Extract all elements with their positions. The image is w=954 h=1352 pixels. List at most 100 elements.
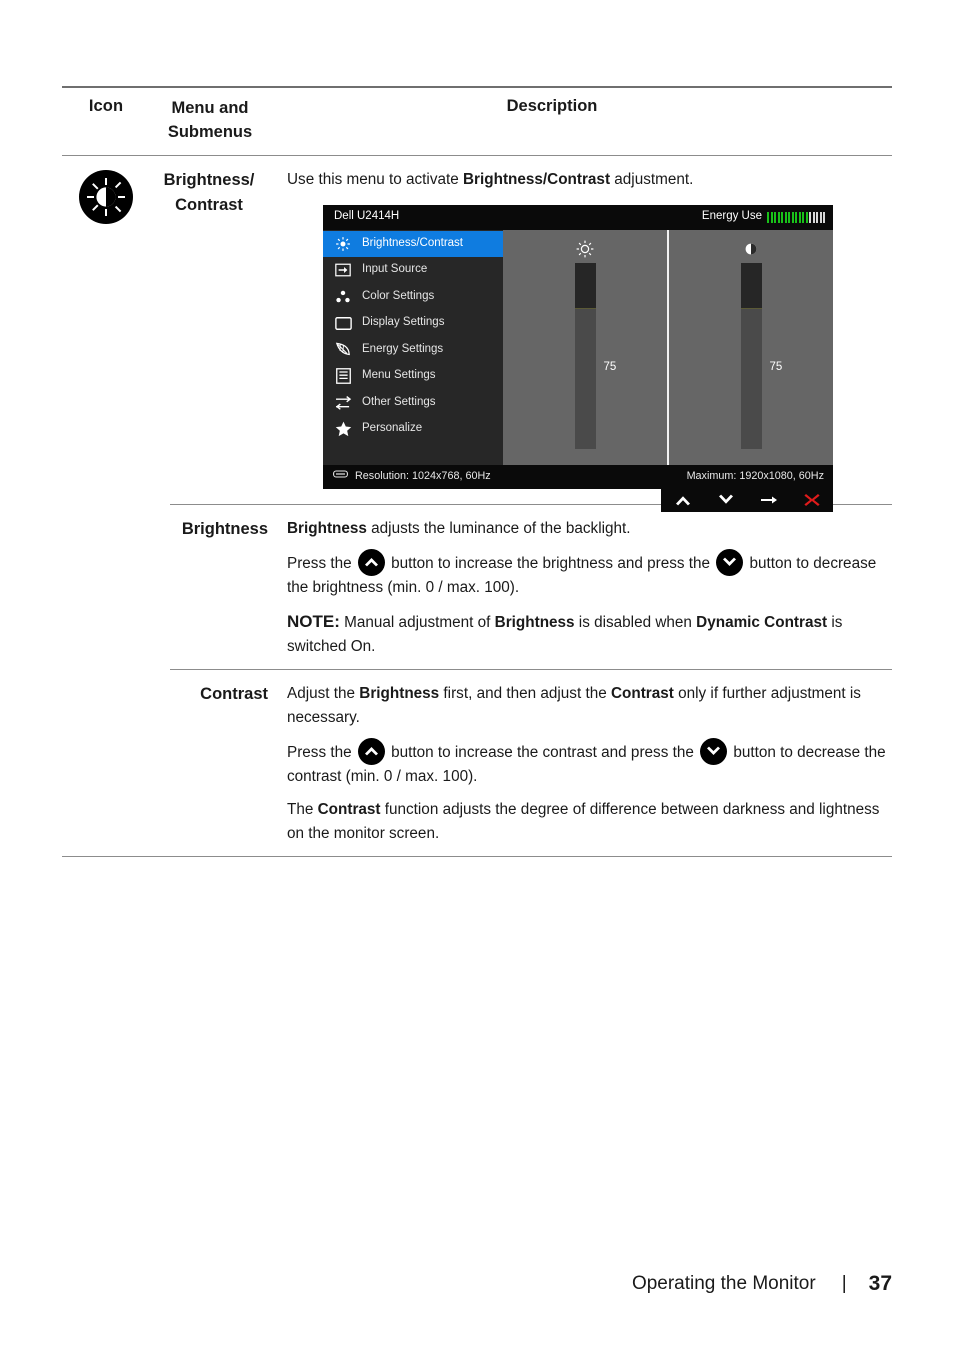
contrast-p2-a: Press the [287,744,352,762]
brightness-p1: Brightness adjusts the luminance of the … [287,517,892,541]
osd-nav-enter-button[interactable] [756,491,782,509]
energy-bar-on [781,211,783,223]
brightness-p2-a: Press the [287,555,352,573]
osd-status-bar: Resolution: 1024x768, 60Hz Maximum: 1920… [323,464,833,489]
contrast-p2: Press the button to increase the contras… [287,738,892,789]
row-label-line2: Contrast [175,195,243,214]
brightness-value: 75 [603,360,617,373]
contrast-value: 75 [769,360,783,373]
contrast-p1: Adjust the Brightness first, and then ad… [287,682,892,729]
intro-pre: Use this menu to activate [287,170,463,188]
osd-menu-item-menu-settings[interactable]: Menu Settings [323,363,503,390]
table-row-contrast: Contrast Adjust the Brightness first, an… [62,670,892,856]
contrast-icon [741,238,761,260]
osd-menu-item-brightness-contrast[interactable]: Brightness/Contrast [323,230,503,258]
osd-menu-item-input-source[interactable]: Input Source [323,257,503,284]
osd-maximum-text: Maximum: 1920x1080, 60Hz [686,470,824,483]
header-menu-submenus: Menu and Submenus [150,97,270,145]
energy-bar-off [823,211,825,223]
input-arrow-icon [333,262,353,279]
note-c: is disabled when [574,613,697,631]
energy-bar-on [795,211,797,223]
osd-menu-item-label: Color Settings [362,289,435,302]
energy-bar-off [816,211,818,223]
row-icon-cell-empty-2 [62,670,150,856]
osd-menu-item-display-settings[interactable]: Display Settings [323,310,503,337]
energy-bar-on [777,211,780,223]
contrast-slider[interactable]: 75 [740,262,782,449]
osd-menu-list: Brightness/Contrast Input Source Color Set… [323,229,503,465]
osd-screenshot: Dell U2414H Energy Use Brightness/Contra… [323,204,833,512]
star-icon [333,421,353,438]
energy-use-meter [767,211,825,223]
osd-menu-item-label: Display Settings [362,316,445,329]
osd-menu-item-label: Other Settings [362,395,436,408]
osd-title-bar: Dell U2414H Energy Use [323,204,833,230]
leaf-icon [333,341,353,358]
osd-menu-item-label: Menu Settings [362,369,436,382]
row-description-brightness-contrast: Use this menu to activate Brightness/Con… [270,156,892,512]
contrast-p2-b: button to increase the contrast and pres… [391,744,694,762]
header-menu-line2: Submenus [167,122,253,141]
contrast-p1-c: first, and then adjust the [439,685,611,702]
sun-icon [333,235,353,252]
sliders-icon [333,394,353,411]
intro-post: adjustment. [610,170,694,188]
energy-bar-on [805,211,808,223]
row-label-brightness: Brightness [181,519,268,538]
energy-bar-off [812,211,815,223]
header-menu-line1: Menu and [171,99,249,117]
settings-table: Icon Menu and Submenus Description Brigh… [62,86,892,857]
brightness-slider-fill [574,262,596,310]
osd-body: Brightness/Contrast Input Source Color Set… [323,229,833,465]
osd-nav-up-button[interactable] [670,491,696,509]
footer-section-title: Operating the Monitor [631,1273,816,1294]
osd-nav-exit-button[interactable] [799,491,825,509]
up-arrow-button-icon [357,549,385,577]
brightness-note: NOTE: Manual adjustment of Brightness is… [287,609,892,659]
brightness-p2: Press the button to increase the brightn… [287,549,892,600]
energy-bar-on [798,211,801,223]
table-header-row: Icon Menu and Submenus Description [62,88,892,155]
osd-menu-item-color-settings[interactable]: Color Settings [323,284,503,311]
brightness-p2-b: button to increase the brightness and pr… [391,555,711,573]
footer-separator: | [841,1273,847,1294]
energy-bar-off [819,211,822,223]
osd-menu-item-label: Brightness/Contrast [362,236,463,249]
document-page: Icon Menu and Submenus Description Brigh… [0,0,954,1352]
energy-bar-on [774,211,776,223]
table-row-brightness: Brightness Brightness adjusts the lumina… [62,505,892,669]
row-description-contrast: Adjust the Brightness first, and then ad… [270,670,892,856]
note-d: Dynamic Contrast [696,613,828,631]
brightness-slider[interactable]: 75 [574,262,616,449]
osd-energy-label: Energy Use [701,210,762,223]
osd-nav-down-button[interactable] [713,491,739,509]
note-label: NOTE: [287,611,340,631]
energy-bar-on [788,211,790,223]
page-number: 37 [868,1272,892,1295]
sun-icon [575,238,595,260]
osd-menu-item-energy-settings[interactable]: Energy Settings [323,337,503,364]
energy-bar-on [767,211,769,223]
osd-menu-item-personalize[interactable]: Personalize [323,416,503,443]
osd-resolution-group: Resolution: 1024x768, 60Hz [333,468,491,485]
resolution-icon [333,468,348,485]
contrast-p1-a: Adjust the [287,685,360,702]
contrast-p1-b: Brightness [359,685,440,702]
color-dots-icon [333,288,353,305]
row-label-brightness-contrast: Brightness/ Contrast [150,156,270,504]
note-a: Manual adjustment of [339,613,495,631]
down-arrow-button-icon-2 [700,738,728,766]
menu-list-icon [333,368,353,385]
osd-menu-item-label: Energy Settings [362,342,444,355]
osd-menu-item-other-settings[interactable]: Other Settings [323,390,503,417]
contrast-p1-d: Contrast [610,685,674,702]
osd-model-name: Dell U2414H [334,210,400,223]
energy-bar-on [791,211,794,223]
osd-pane-contrast: 75 [667,229,833,465]
contrast-p3-b: Contrast [317,801,381,819]
energy-bar-off [809,211,811,223]
row-description-brightness: Brightness adjusts the luminance of the … [270,505,892,669]
osd-slider-panes: 75 75 [503,229,833,465]
contrast-p3: The Contrast function adjusts the degree… [287,798,892,845]
